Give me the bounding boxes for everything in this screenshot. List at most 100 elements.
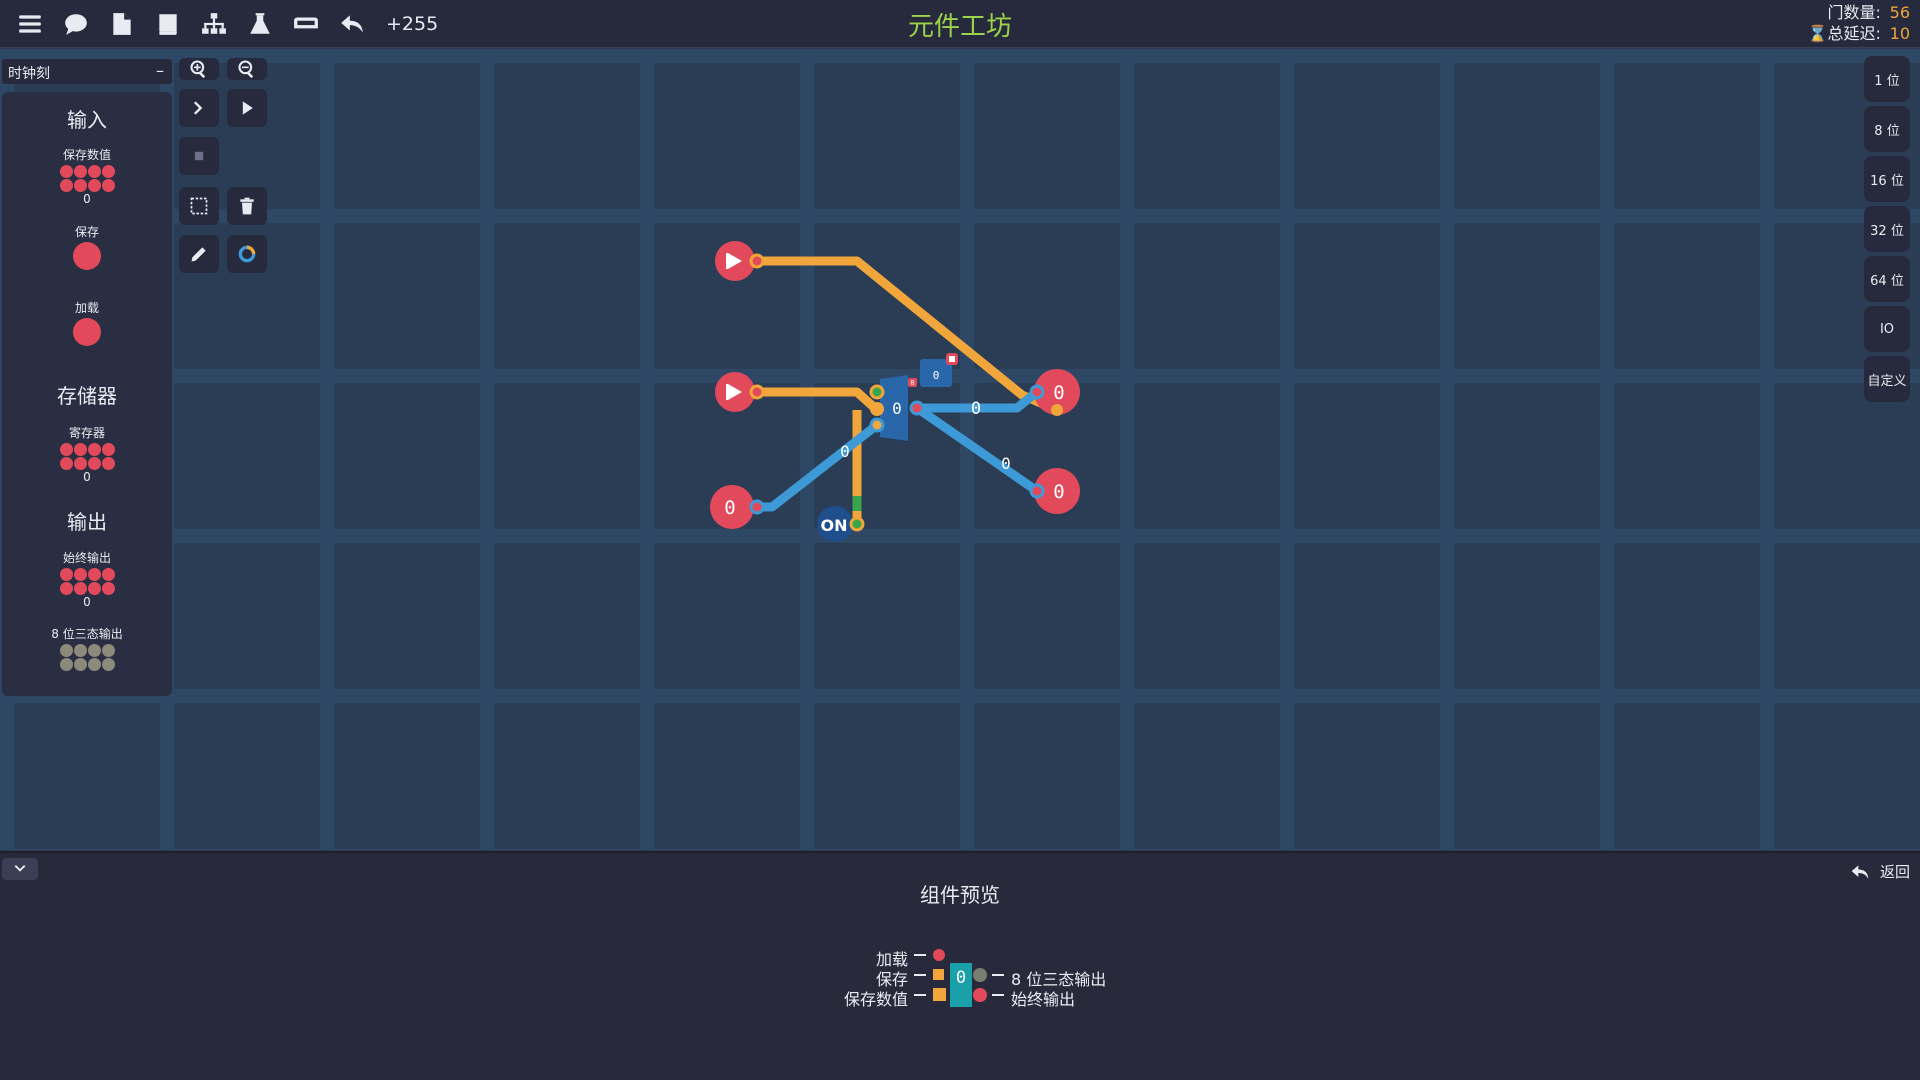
undo-count: +255 — [386, 13, 439, 35]
register-badge-text: 8 — [910, 379, 914, 387]
pin-grid-icon — [59, 443, 115, 470]
select-button[interactable] — [179, 187, 219, 225]
circuit-board[interactable]: 0 0 0 0 ON 0 8 0 0 0 — [0, 49, 1920, 850]
step-button[interactable] — [179, 89, 219, 127]
component-register[interactable]: 寄存器 0 — [2, 424, 172, 484]
stop-button[interactable] — [179, 137, 219, 175]
pin-grid-icon — [59, 644, 115, 671]
filter-32bit-button[interactable]: 32 位 — [1864, 206, 1910, 252]
undo-icon[interactable] — [336, 8, 368, 40]
play-button[interactable] — [227, 89, 267, 127]
comment-icon[interactable] — [60, 8, 92, 40]
component-label: 8 位三态输出 — [51, 627, 123, 641]
delete-button[interactable] — [227, 187, 267, 225]
zoom-in-button[interactable] — [179, 58, 219, 80]
pin-line — [914, 954, 926, 956]
pin-save-value-square — [933, 988, 946, 1001]
filter-64bit-button[interactable]: 64 位 — [1864, 256, 1910, 302]
connector-dot[interactable] — [749, 253, 765, 269]
component-label: 保存数值 — [62, 148, 111, 162]
sidebar-header-label: 时钟刻 — [8, 66, 50, 82]
pin-always-dot — [973, 988, 987, 1002]
trash-icon — [240, 197, 254, 215]
filter-1bit-button[interactable]: 1 位 — [1864, 56, 1910, 102]
pin-tristate-dot — [973, 968, 987, 982]
switch-label: ON — [821, 516, 848, 535]
play-icon-bar — [726, 384, 728, 400]
collapse-icon[interactable]: – — [156, 61, 164, 80]
delay-label: 总延迟: — [1827, 24, 1881, 43]
pin-line — [992, 994, 1004, 996]
pencil-icon — [191, 247, 206, 262]
pin-label-save-value: 保存数值 — [843, 990, 908, 1009]
menu-icon[interactable] — [14, 8, 46, 40]
wire-always-out[interactable] — [914, 404, 1040, 495]
connector-dot[interactable] — [1051, 404, 1063, 416]
chip-icon[interactable] — [290, 8, 322, 40]
component-always-output[interactable]: 始终输出 0 — [2, 549, 172, 609]
filter-custom-button[interactable]: 自定义 — [1864, 356, 1910, 402]
component-preview-panel: 返回 组件预览 加载 保存 保存数值 8 位三态输出 始终输出 0 — [0, 851, 1920, 1080]
component-label: 加载 — [74, 301, 99, 315]
circuit-canvas[interactable]: 0 0 0 0 ON 0 8 0 0 0 — [0, 49, 1920, 850]
stop-icon — [194, 151, 204, 161]
hourglass-icon: ⌛ — [1807, 24, 1828, 43]
toolbar-icons: +255 — [14, 8, 438, 40]
out2-value: 0 — [1053, 481, 1064, 503]
section-input: 输入 — [67, 108, 107, 132]
zoom-out-icon — [238, 60, 254, 79]
collapse-panel-button[interactable] — [2, 858, 38, 880]
component-value: 0 — [83, 595, 91, 609]
flask-icon[interactable] — [244, 8, 276, 40]
chevron-down-icon — [14, 865, 26, 872]
wire-save[interactable] — [757, 387, 881, 414]
color-button[interactable] — [227, 235, 267, 273]
pencil-button[interactable] — [179, 235, 219, 273]
component-save[interactable]: 保存 — [2, 223, 172, 274]
selection-icon — [190, 197, 208, 215]
register-value: 0 — [892, 399, 902, 418]
connector-dot[interactable] — [849, 516, 865, 532]
section-output: 输出 — [67, 510, 107, 534]
connector-dot[interactable] — [909, 400, 925, 416]
filter-io-button[interactable]: IO — [1864, 306, 1910, 352]
component-label: 寄存器 — [68, 426, 105, 440]
play-icon-bar — [726, 253, 728, 269]
pin-line — [914, 974, 926, 976]
zoom-in-icon — [190, 60, 206, 79]
connector-dot[interactable] — [749, 384, 765, 400]
connector-dot[interactable] — [749, 499, 765, 515]
pin-label-always: 始终输出 — [1011, 990, 1076, 1009]
wire-value-label: 0 — [1001, 454, 1011, 473]
section-storage: 存储器 — [57, 384, 117, 408]
hierarchy-icon[interactable] — [198, 8, 230, 40]
filter-16bit-button[interactable]: 16 位 — [1864, 156, 1910, 202]
color-wheel-icon — [238, 245, 256, 263]
connector-dot[interactable] — [1029, 384, 1045, 400]
out1-value: 0 — [1053, 382, 1064, 404]
component-load[interactable]: 加载 — [2, 299, 172, 350]
sidebar-header[interactable]: 时钟刻 – — [2, 59, 172, 84]
component-tristate-output[interactable]: 8 位三态输出 — [2, 625, 172, 671]
component-sidebar: 输入 保存数值 0 保存 加载 存储器 寄存器 0 输出 始终输出 0 8 位三… — [2, 92, 172, 696]
component-value: 0 — [83, 192, 91, 206]
filter-8bit-button[interactable]: 8 位 — [1864, 106, 1910, 152]
play-icon — [242, 101, 253, 115]
book-icon[interactable] — [152, 8, 184, 40]
preview-title: 组件预览 — [920, 883, 1000, 907]
component-save-value[interactable]: 保存数值 0 — [2, 146, 172, 206]
stats-panel: 门数量: 56 ⌛总延迟: 10 — [1808, 2, 1910, 44]
connector-dot[interactable] — [1029, 483, 1045, 499]
connector-dot[interactable] — [869, 417, 885, 433]
top-bar: +255 元件工坊 门数量: 56 ⌛总延迟: 10 — [0, 0, 1920, 48]
pin-load-dot — [933, 949, 945, 961]
gate-count-value: 56 — [1889, 3, 1910, 22]
pin-icon — [73, 242, 101, 270]
chevron-right-icon — [194, 101, 203, 115]
zoom-out-button[interactable] — [227, 58, 267, 80]
gate-count: 门数量: 56 — [1808, 2, 1911, 23]
file-icon[interactable] — [106, 8, 138, 40]
connector-dot[interactable] — [870, 402, 884, 416]
connector-dot[interactable] — [869, 384, 885, 400]
pin-line — [992, 974, 1004, 976]
